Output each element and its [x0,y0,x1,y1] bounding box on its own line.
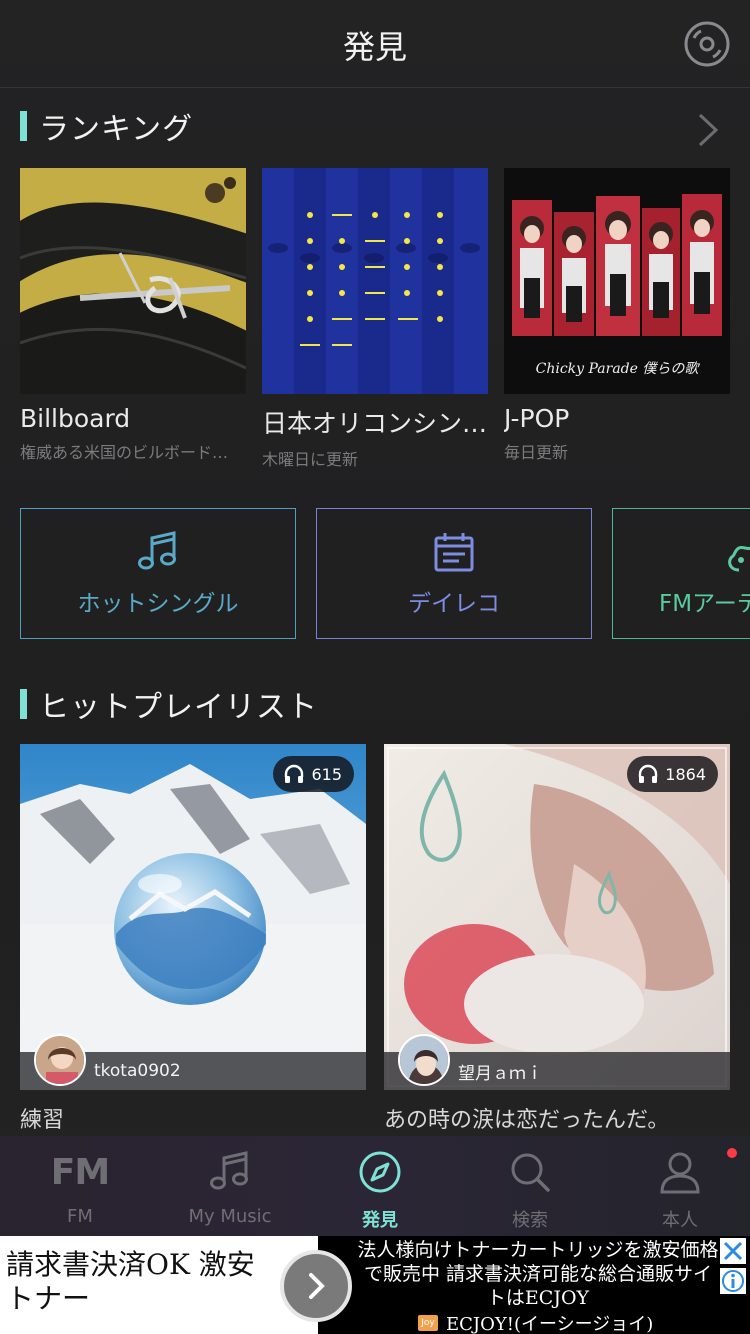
chevron-right-icon[interactable] [696,112,720,148]
section-accent-bar [20,689,27,719]
tab-label: 発見 [362,1210,398,1231]
close-icon[interactable] [720,1238,746,1264]
playlist-cover-image: 615 tkota0902 [20,744,366,1090]
playlist-title: あの時の涙は恋だったんだ。 [384,1108,670,1133]
category-label: ホットシングル [77,590,239,617]
top-nav-bar: 発見 [0,0,750,88]
playlist-cover-image: 1864 望月ａｍｉ [384,744,730,1090]
search-icon [511,1153,550,1192]
ranking-card-title: J-POP [504,404,570,433]
ranking-card-subtitle: 毎日更新 [504,443,569,462]
tab-icon-wrap [358,1150,402,1194]
jpop-cover-image: Chicky Parade 僕らの歌 [504,168,730,394]
bottom-tab-bar: FM FM My Music 発見 検索 本人 [0,1136,750,1236]
music-note-icon [138,530,176,569]
ad-banner[interactable]: 請求書決済OK 激安トナー 法人様向けトナーカートリッジを激安価格で販売中 請求… [0,1236,750,1334]
headphones-icon [285,764,304,783]
tab-label: 検索 [512,1210,548,1231]
playlist-owner-name: tkota0902 [94,1061,181,1081]
play-count: 615 [311,764,342,784]
play-count-badge: 615 [273,756,354,792]
ad-brand-name: ECJOY!(イーシージョイ) [446,1314,654,1334]
oricon-cover-image [262,168,488,394]
tab-profile[interactable]: 本人 [605,1136,750,1236]
cover-caption: Chicky Parade 僕らの歌 [536,361,701,377]
section-accent-bar [20,111,27,141]
category-hot-singles[interactable]: ホットシングル [20,508,296,639]
tab-my-music[interactable]: My Music [155,1136,305,1236]
notification-badge [727,1148,737,1158]
category-label: FMアーティスト [659,590,750,617]
playlist-card[interactable]: 1864 望月ａｍｉ あの時の涙は恋だったんだ。 [384,744,730,1134]
tab-icon-wrap [508,1150,552,1194]
calendar-icon [434,532,474,571]
page-title: 発見 [342,28,407,66]
headphones-icon [639,764,658,783]
tab-fm[interactable]: FM FM [5,1136,155,1236]
ranking-card-subtitle: 木曜日に更新 [262,450,359,469]
playlist-card[interactable]: 615 tkota0902 練習 [20,744,366,1134]
tab-search[interactable]: 検索 [455,1136,605,1236]
tab-icon-wrap [208,1150,252,1194]
playlists-title: ヒットプレイリスト [39,690,318,725]
avatar[interactable] [34,1034,86,1086]
play-count: 1864 [665,764,706,784]
info-icon[interactable] [720,1268,746,1294]
music-note-icon [210,1151,248,1190]
ad-arrow-button[interactable] [280,1250,352,1322]
tab-label: My Music [188,1206,272,1227]
ad-left-panel: 請求書決済OK 激安トナー [0,1236,318,1334]
playlist-owner-name: 望月ａｍｉ [458,1063,543,1084]
ranking-card-title: Billboard [20,404,131,433]
tab-label: FM [67,1206,93,1227]
ranking-card-oricon[interactable]: 日本オリコンシン… 木曜日に更新 [262,168,488,470]
category-daily-record[interactable]: デイレコ [316,508,592,639]
play-count-badge: 1864 [627,756,718,792]
ad-headline: 請求書決済OK 激安トナー [6,1248,255,1315]
fm-icon: FM [50,1151,110,1193]
ad-brand: Joy ECJOY!(イーシージョイ) [418,1310,653,1334]
avatar[interactable] [398,1034,450,1086]
ranking-header: ランキング [20,106,194,147]
chevron-right-icon [309,1273,325,1299]
person-icon [660,1152,700,1194]
tab-icon-wrap [658,1150,702,1194]
compass-icon [359,1151,401,1193]
playlists-header: ヒットプレイリスト [20,684,318,725]
ad-brand-logo: Joy [418,1315,438,1331]
billboard-cover-image [20,168,246,394]
ranking-card-subtitle: 権威ある米国のビルボード… [20,443,229,462]
ranking-card-jpop[interactable]: Chicky Parade 僕らの歌 J-POP 毎日更新 [504,168,730,463]
ranking-title: ランキング [39,112,194,147]
ranking-card-billboard[interactable]: Billboard 権威ある米国のビルボード… [20,168,246,463]
category-label: デイレコ [408,590,500,617]
ranking-card-title: 日本オリコンシン… [262,409,488,438]
disc-icon[interactable] [684,21,730,67]
playlist-title: 練習 [20,1108,65,1133]
category-fm-artist[interactable]: FMアーティスト [612,508,750,639]
ad-body: 法人様向けトナーカートリッジを激安価格で販売中 請求書決済可能な総合通販サイトは… [357,1239,719,1309]
tab-discover[interactable]: 発見 [305,1136,455,1236]
guitar-icon [728,545,750,571]
app-root: 発見 ランキング Billboard 権威ある米国のビルボード… 日本オリコンシ… [0,0,750,1334]
tab-label: 本人 [662,1210,698,1231]
